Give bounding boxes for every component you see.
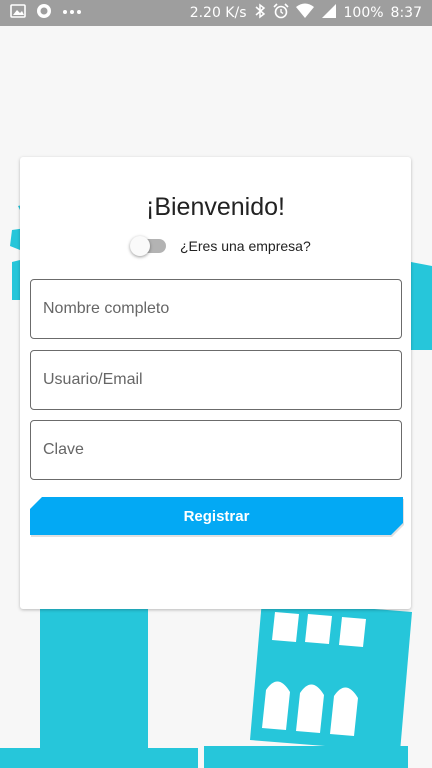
network-speed: 2.20 K/s: [189, 5, 247, 21]
register-button[interactable]: Registrar: [30, 497, 403, 535]
toggle-thumb: [130, 236, 150, 256]
password-input[interactable]: [30, 420, 402, 480]
full-name-input[interactable]: [30, 279, 402, 339]
bluetooth-icon: [254, 3, 266, 24]
company-toggle-switch[interactable]: [130, 235, 168, 257]
wifi-icon: [295, 3, 314, 24]
status-bar: 2.20 K/s 100% 8:37: [0, 0, 432, 26]
battery-level: 100%: [343, 5, 384, 21]
image-icon: [10, 3, 26, 23]
registration-card: ¡Bienvenido! ¿Eres una empresa? Registra…: [20, 157, 411, 609]
username-email-input[interactable]: [30, 350, 402, 410]
alarm-icon: [272, 2, 289, 24]
company-toggle-row: ¿Eres una empresa?: [130, 235, 311, 257]
signal-icon: [321, 3, 337, 24]
circle-app-icon: [36, 3, 52, 23]
clock: 8:37: [390, 5, 422, 21]
company-toggle-label: ¿Eres una empresa?: [180, 238, 311, 254]
welcome-title: ¡Bienvenido!: [146, 193, 285, 221]
more-dots-icon: [62, 3, 82, 23]
